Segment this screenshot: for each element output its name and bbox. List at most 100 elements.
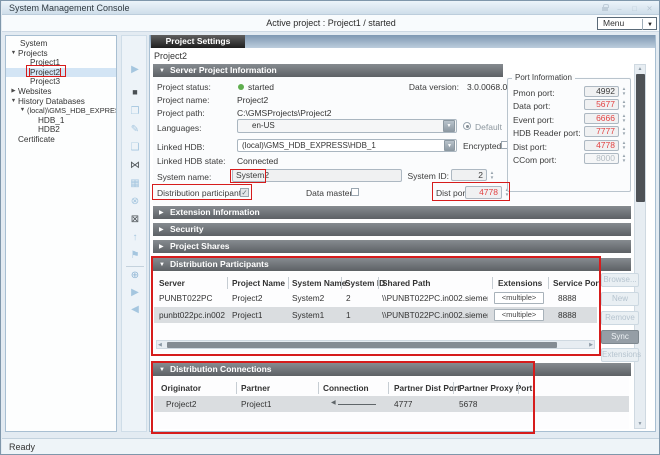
tree-item-gms-hdb-express[interactable]: ▼ (local)\GMS_HDB_EXPRESS xyxy=(6,106,116,116)
pmon-port-spinner[interactable]: ▲▼ xyxy=(620,86,628,96)
column-divider[interactable] xyxy=(288,277,289,289)
participant-row[interactable]: punbt022pc.in002.siemer Project1 System1… xyxy=(154,307,597,323)
default-radio[interactable] xyxy=(463,122,471,130)
col-header-server[interactable]: Server xyxy=(159,278,185,288)
col-header-connection[interactable]: Connection xyxy=(323,383,369,393)
spinner-down-icon[interactable]: ▼ xyxy=(620,145,628,150)
unlink-hdb-icon[interactable]: ⊠ xyxy=(122,214,148,226)
participant-row[interactable]: PUNBT022PC Project2 System2 2 \\PUNBT022… xyxy=(154,290,597,306)
dist-port-info-spinner[interactable]: ▲▼ xyxy=(620,140,628,150)
scrollbar-thumb[interactable] xyxy=(167,342,557,348)
tree-item-project2-selected[interactable]: Project2 xyxy=(6,68,116,78)
column-divider[interactable] xyxy=(236,382,237,394)
column-divider[interactable] xyxy=(518,382,519,394)
tree-item-system[interactable]: System xyxy=(6,39,116,49)
edit-project-icon[interactable]: ✎ xyxy=(122,124,148,136)
languages-combobox[interactable]: en-US xyxy=(237,119,457,133)
section-header-distribution-connections[interactable]: ▼Distribution Connections xyxy=(153,363,631,376)
column-divider[interactable] xyxy=(548,277,549,289)
spinner-down-icon[interactable]: ▼ xyxy=(620,91,628,96)
scroll-down-icon[interactable]: ▼ xyxy=(635,421,645,427)
section-header-server-project-information[interactable]: ▼Server Project Information xyxy=(153,64,503,77)
col-header-shared-path[interactable]: Shared Path xyxy=(382,278,430,288)
spinner-down-icon[interactable]: ▼ xyxy=(488,175,496,180)
spinner-down-icon[interactable]: ▼ xyxy=(620,104,628,109)
vertical-scrollbar[interactable]: ▲ ▼ xyxy=(634,64,646,429)
linked-hdb-combobox[interactable]: (local)\GMS_HDB_EXPRESS\HDB_1 xyxy=(237,139,457,152)
col-header-partner-dist-port[interactable]: Partner Dist Port xyxy=(394,383,460,393)
extensions-dropdown[interactable]: <multiple> xyxy=(494,292,544,304)
section-header-extension-information[interactable]: ▶Extension Information xyxy=(153,206,631,219)
sync-button[interactable]: Sync xyxy=(601,330,639,344)
dropdown-icon[interactable]: ▼ xyxy=(444,140,455,151)
col-header-partner[interactable]: Partner xyxy=(241,383,270,393)
col-header-extensions[interactable]: Extensions xyxy=(498,278,542,288)
tree-item-project3[interactable]: Project3 xyxy=(6,77,116,87)
dist-port-field[interactable]: 4778 xyxy=(465,186,502,199)
expander-icon[interactable]: ▼ xyxy=(18,106,27,116)
tree-item-hdb-1[interactable]: HDB_1 xyxy=(6,116,116,126)
activate-previous-icon[interactable]: ◀ xyxy=(122,304,148,316)
col-header-system-id[interactable]: System ID xyxy=(345,278,385,288)
add-icon[interactable]: ⊕ xyxy=(122,270,148,282)
tree-item-projects[interactable]: ▼ Projects xyxy=(6,49,116,59)
col-header-system-name[interactable]: System Name xyxy=(292,278,346,288)
link-hdb-icon[interactable]: ⋈ xyxy=(122,160,148,172)
distribution-participant-checkbox[interactable]: ✓ xyxy=(240,188,249,197)
dist-port-info-field[interactable]: 4778 xyxy=(584,140,619,151)
horizontal-scrollbar[interactable]: ◀ ▶ xyxy=(156,340,595,349)
expand-icon[interactable]: ▶ xyxy=(159,241,170,254)
pmon-port-field[interactable]: 4992 xyxy=(584,86,619,97)
section-header-security[interactable]: ▶Security xyxy=(153,223,631,236)
section-header-distribution-participants[interactable]: ▼Distribution Participants xyxy=(153,258,631,271)
data-port-field[interactable]: 5677 xyxy=(584,99,619,110)
maximize-button[interactable]: □ xyxy=(628,2,641,15)
col-header-partner-proxy-port[interactable]: Partner Proxy Port xyxy=(459,383,532,393)
data-port-spinner[interactable]: ▲▼ xyxy=(620,99,628,109)
col-header-originator[interactable]: Originator xyxy=(161,383,201,393)
col-header-project-name[interactable]: Project Name xyxy=(232,278,285,288)
pin-icon[interactable]: ⚑ xyxy=(122,250,148,262)
system-id-field[interactable]: 2 xyxy=(451,169,487,181)
browse-button[interactable]: Browse... xyxy=(601,273,639,287)
close-button[interactable]: ✕ xyxy=(643,2,656,15)
upgrade-project-icon[interactable]: ↑ xyxy=(122,232,148,244)
tab-project-settings[interactable]: Project Settings xyxy=(151,35,245,48)
expander-icon[interactable]: ▼ xyxy=(9,49,18,59)
scroll-right-icon[interactable]: ▶ xyxy=(589,342,593,348)
new-button[interactable]: New xyxy=(601,292,639,306)
save-icon[interactable]: ▦ xyxy=(122,178,148,190)
hdb-reader-port-field[interactable]: 7777 xyxy=(584,126,619,137)
scroll-left-icon[interactable]: ◀ xyxy=(158,342,162,348)
expander-icon[interactable]: ▼ xyxy=(9,97,18,107)
scrollbar-thumb[interactable] xyxy=(636,74,645,202)
collapse-icon[interactable]: ▼ xyxy=(159,259,170,272)
rename-project-icon[interactable]: ❑ xyxy=(122,142,148,154)
collapse-icon[interactable]: ▼ xyxy=(159,364,170,377)
system-name-field[interactable]: System2 xyxy=(232,169,402,182)
tree-item-hdb2[interactable]: HDB2 xyxy=(6,125,116,135)
menu-dropdown[interactable]: Menu ▼ xyxy=(597,17,657,30)
extensions-button[interactable]: Extensions xyxy=(601,348,639,362)
scroll-up-icon[interactable]: ▲ xyxy=(635,66,645,72)
column-divider[interactable] xyxy=(388,382,389,394)
stop-project-icon[interactable]: ■ xyxy=(122,86,148,98)
activate-next-icon[interactable]: ▶ xyxy=(122,287,148,299)
extensions-dropdown[interactable]: <multiple> xyxy=(494,309,544,321)
column-divider[interactable] xyxy=(227,277,228,289)
start-project-icon[interactable]: ▶ xyxy=(122,64,148,76)
expand-icon[interactable]: ▶ xyxy=(159,224,170,237)
collapse-icon[interactable]: ▼ xyxy=(159,65,170,78)
dropdown-icon[interactable]: ▼ xyxy=(443,120,455,132)
column-divider[interactable] xyxy=(378,277,379,289)
expander-icon[interactable]: ▶ xyxy=(9,87,18,97)
column-divider[interactable] xyxy=(492,277,493,289)
column-divider[interactable] xyxy=(318,382,319,394)
hdb-reader-port-spinner[interactable]: ▲▼ xyxy=(620,126,628,136)
spinner-down-icon[interactable]: ▼ xyxy=(620,118,628,123)
tree-item-history-databases[interactable]: ▼ History Databases xyxy=(6,97,116,107)
remove-button[interactable]: Remove xyxy=(601,311,639,325)
connection-row[interactable]: Project2 Project1 ◀ 4777 5678 xyxy=(154,396,629,412)
event-port-field[interactable]: 6666 xyxy=(584,113,619,124)
cancel-icon[interactable]: ⊗ xyxy=(122,196,148,208)
